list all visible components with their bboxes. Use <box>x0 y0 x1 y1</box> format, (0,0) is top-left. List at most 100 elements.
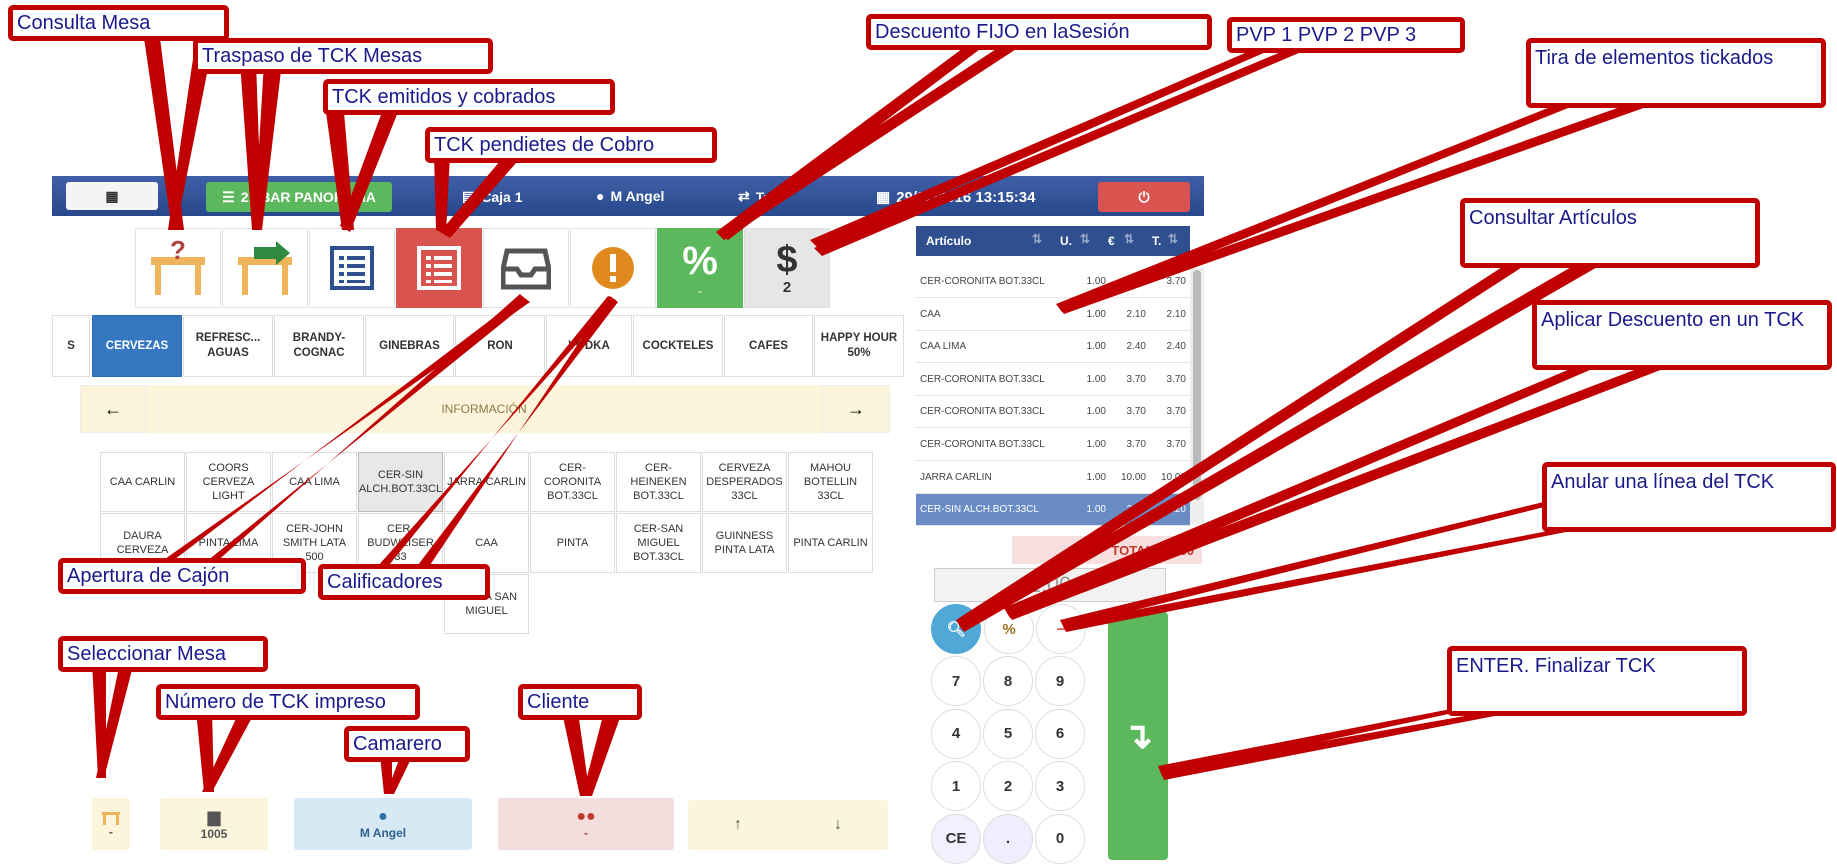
product-button[interactable]: MAHOU BOTELLIN 33CL <box>788 452 873 512</box>
col-units[interactable]: U. <box>1060 234 1072 248</box>
current-table-button[interactable]: ☰ 21 BAR PANORAMA <box>206 182 392 212</box>
grid-icon: ▦ <box>105 187 119 204</box>
row-article: CER-CORONITA BOT.33CL <box>920 439 1045 450</box>
product-button[interactable]: PINTA CARLIN <box>788 513 873 573</box>
power-icon: ⏻ <box>1138 188 1150 205</box>
ticket-scrollbar[interactable] <box>1190 268 1204 524</box>
cliente-button[interactable]: ●● - <box>498 798 674 850</box>
pvp-button[interactable]: $ 2 <box>744 228 830 308</box>
category-tab[interactable]: REFRESC... AGUAS <box>183 315 273 377</box>
descuento-tck-button[interactable]: % <box>984 604 1034 654</box>
row-price: 10.00 <box>1120 471 1146 483</box>
product-button[interactable]: CER-SIN ALCH.BOT.33CL <box>358 452 443 512</box>
users-icon: ●● <box>576 808 596 825</box>
exclamation-icon <box>592 247 634 289</box>
category-tab[interactable]: GINEBRAS <box>365 315 454 377</box>
anular-linea-button[interactable]: − <box>1036 604 1086 654</box>
keypad-key[interactable]: 7 <box>931 656 981 706</box>
keypad-key[interactable]: 3 <box>1035 761 1085 811</box>
category-tab[interactable]: COCKTELES <box>633 315 723 377</box>
ticket-row[interactable]: CER-SIN ALCH.BOT.33CL 1.00 2.20 2.20 <box>916 494 1190 527</box>
category-tab[interactable]: S <box>52 315 90 377</box>
callout-descuento-fijo: Descuento FIJO en laSesión <box>866 14 1212 50</box>
callout-cliente: Cliente <box>518 684 642 720</box>
product-button[interactable]: CAA LIMA <box>272 452 357 512</box>
row-price: 3.70 <box>1126 276 1146 287</box>
tables-count: ⇄ T: 0 <box>738 188 780 205</box>
keypad-key[interactable]: 4 <box>931 708 981 759</box>
tck-pendientes-button[interactable] <box>396 228 482 308</box>
product-button[interactable]: CAA CARLIN <box>100 452 185 512</box>
consultar-articulos-button[interactable]: 🔍︎ <box>931 604 981 654</box>
product-button[interactable]: CER-SAN MIGUEL BOT.33CL <box>616 513 701 573</box>
keypad-key[interactable]: 8 <box>983 656 1033 706</box>
consulta-mesa-button[interactable]: ? <box>135 228 221 308</box>
product-button[interactable]: CERVEZA DESPERADOS 33CL <box>702 452 787 512</box>
row-article: CER-CORONITA BOT.33CL <box>920 373 1045 385</box>
keypad-key[interactable]: 0 <box>1035 813 1085 864</box>
product-button[interactable]: CER-CORONITA BOT.33CL <box>530 452 615 512</box>
row-total: 3.70 <box>1166 406 1186 418</box>
camarero-button[interactable]: ● M Angel <box>294 798 472 850</box>
row-total: 2.10 <box>1166 308 1186 320</box>
category-tab[interactable]: HAPPY HOUR 50% <box>814 315 904 377</box>
product-button[interactable]: COORS CERVEZA LIGHT <box>186 452 271 512</box>
col-articulo[interactable]: Artículo <box>926 234 971 248</box>
keypad-key[interactable]: 2 <box>983 761 1033 811</box>
category-tab[interactable]: RON <box>455 315 545 377</box>
col-total[interactable]: T. <box>1152 234 1161 248</box>
sort-icon: ⇅ <box>1032 232 1043 246</box>
category-tab[interactable]: CERVEZAS <box>92 315 182 377</box>
ticket-row[interactable]: CAA 1.00 2.10 2.10 <box>916 299 1190 331</box>
quantity-display[interactable]: 1.00 <box>934 568 1166 602</box>
product-button[interactable]: PINTA <box>530 513 615 573</box>
tck-number-display: ▆ 1005 <box>160 798 268 850</box>
keypad-key[interactable]: 6 <box>1035 708 1085 759</box>
row-units: 1.00 <box>1086 406 1106 418</box>
power-button[interactable]: ⏻ <box>1098 182 1190 212</box>
product-button[interactable]: CER-HEINEKEN BOT.33CL <box>616 452 701 512</box>
list-icon: ☰ <box>222 188 235 205</box>
ticket-row[interactable]: CAA LIMA 1.00 2.40 2.40 <box>916 331 1190 364</box>
row-total: 10.00 <box>1160 471 1186 483</box>
inbox-icon <box>501 248 551 290</box>
ticket-row[interactable]: JARRA CARLIN 1.00 10.00 10.00 <box>916 462 1190 494</box>
col-price[interactable]: € <box>1108 234 1115 248</box>
arrow-up-button[interactable]: ↑ <box>734 816 742 834</box>
next-page-button[interactable]: → <box>822 385 890 433</box>
keypad-key[interactable]: 5 <box>983 708 1033 759</box>
apertura-cajon-button[interactable] <box>483 228 569 308</box>
list-alt-icon <box>330 246 374 290</box>
ticket-row[interactable]: CER-CORONITA BOT.33CL 1.00 3.70 3.70 <box>916 429 1190 461</box>
category-tab[interactable]: VODKA <box>546 315 632 377</box>
descuento-fijo-button[interactable]: % - <box>657 228 743 308</box>
keypad-key[interactable]: CE <box>931 813 981 864</box>
arrow-down-button[interactable]: ↓ <box>834 816 842 834</box>
ticket-row[interactable]: CER-CORONITA BOT.33CL 1.00 3.70 3.70 <box>916 364 1190 396</box>
ticket-row[interactable]: CER-CORONITA BOT.33CL 1.00 3.70 3.70 <box>916 266 1190 298</box>
seleccionar-mesa-button[interactable]: - <box>92 798 130 850</box>
traspaso-tck-button[interactable] <box>222 228 308 308</box>
product-button[interactable]: GUINNESS PINTA LATA <box>702 513 787 573</box>
dollar-icon: $ <box>776 238 798 281</box>
calificadores-button[interactable] <box>570 228 656 308</box>
table-arrow-icon <box>238 241 292 295</box>
row-units: 1.00 <box>1086 471 1106 483</box>
keypad-key[interactable]: . <box>983 813 1033 864</box>
product-button[interactable]: JARRA CARLIN <box>444 452 529 512</box>
category-tab[interactable]: BRANDY- COGNAC <box>274 315 364 377</box>
info-bar: INFORMACIÓN <box>146 385 822 433</box>
keypad-key[interactable]: 1 <box>931 761 981 811</box>
callout-calificadores: Calificadores <box>318 564 490 600</box>
tck-emitidos-button[interactable] <box>309 228 395 308</box>
user-label: ● M Angel <box>596 188 665 204</box>
category-tab[interactable]: CAFES <box>724 315 813 377</box>
ticket-row[interactable]: CER-CORONITA BOT.33CL 1.00 3.70 3.70 <box>916 396 1190 429</box>
transfer-icon: ⇄ <box>738 188 750 204</box>
row-price: 2.20 <box>1126 504 1146 516</box>
grid-menu-button[interactable]: ▦ <box>66 182 158 210</box>
keypad-key[interactable]: 9 <box>1035 656 1085 706</box>
enter-button[interactable]: ↴ <box>1108 612 1168 860</box>
prev-page-button[interactable]: ← <box>80 385 146 433</box>
table-icon <box>102 812 120 825</box>
